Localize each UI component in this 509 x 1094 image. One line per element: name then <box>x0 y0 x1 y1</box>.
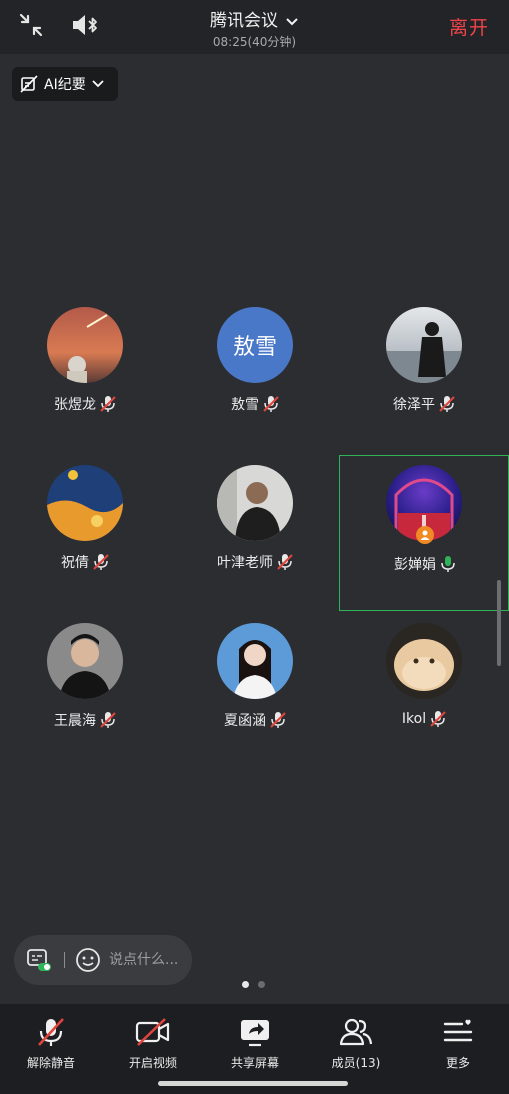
share-screen-label: 共享屏幕 <box>230 1056 279 1070</box>
start-video-label: 开启视频 <box>128 1056 177 1070</box>
avatar <box>386 623 462 699</box>
divider <box>64 952 65 968</box>
mic-muted-icon <box>270 712 286 728</box>
members-icon <box>339 1018 373 1046</box>
chat-input[interactable] <box>109 952 189 968</box>
participant-name-row: 张煜龙 <box>0 394 170 414</box>
participant-tile[interactable]: 张煜龙 <box>0 302 170 458</box>
ai-summary-button[interactable]: AI纪要 <box>12 67 118 101</box>
participant-tile[interactable]: 敖雪 敖雪 <box>170 302 340 458</box>
participant-tile[interactable]: 夏函涵 <box>170 618 340 774</box>
members-button[interactable]: 成员(13) <box>311 1016 401 1071</box>
participant-name: 彭婵娟 <box>394 557 436 573</box>
mic-muted-icon <box>100 396 116 412</box>
emoji-icon[interactable] <box>75 947 101 973</box>
avatar <box>217 623 293 699</box>
participant-tile[interactable]: 祝倩 <box>0 460 170 616</box>
unmute-button[interactable]: 解除静音 <box>6 1016 96 1071</box>
unmute-label: 解除静音 <box>26 1056 75 1070</box>
more-menu-icon <box>443 1019 473 1042</box>
meeting-duration: 08:25(40分钟) <box>212 35 297 49</box>
participant-name-row: 徐泽平 <box>339 394 509 414</box>
members-label: 成员(13) <box>331 1056 381 1070</box>
avatar: 敖雪 <box>217 307 293 383</box>
participant-tile[interactable]: 徐泽平 <box>339 302 509 458</box>
chevron-down-icon <box>92 80 104 88</box>
page-dot-active[interactable] <box>242 981 249 988</box>
mic-off-icon <box>38 1018 64 1046</box>
page-dot[interactable] <box>258 981 265 988</box>
page-indicator <box>242 981 265 988</box>
more-button[interactable]: 更多 <box>413 1016 503 1071</box>
participant-tile[interactable]: 叶津老师 <box>170 460 340 616</box>
ai-summary-off-icon <box>20 75 38 93</box>
chat-bar[interactable] <box>14 935 192 985</box>
participant-name-row: 祝倩 <box>0 552 170 572</box>
participant-tile-active-speaker[interactable]: 彭婵娟 <box>339 455 509 611</box>
avatar <box>47 623 123 699</box>
share-screen-button[interactable]: 共享屏幕 <box>210 1016 300 1071</box>
participant-name-row: 叶津老师 <box>170 552 340 572</box>
more-label: 更多 <box>445 1056 470 1070</box>
subtitle-toggle-icon[interactable] <box>26 947 52 973</box>
participant-name-row: 彭婵娟 <box>340 554 509 574</box>
participant-name: 敖雪 <box>231 397 259 413</box>
participant-name: 王晨海 <box>54 713 96 729</box>
avatar <box>217 465 293 541</box>
participant-name: 叶津老师 <box>217 555 273 571</box>
participant-name-row: 夏函涵 <box>170 710 340 730</box>
meeting-title[interactable]: 腾讯会议 <box>210 11 278 31</box>
avatar <box>47 307 123 383</box>
avatar <box>47 465 123 541</box>
participant-name: 张煜龙 <box>54 397 96 413</box>
mic-muted-icon <box>439 396 455 412</box>
participant-name: 夏函涵 <box>224 713 266 729</box>
mic-muted-icon <box>430 711 446 727</box>
chevron-down-icon[interactable] <box>285 12 299 31</box>
participant-name-row: 王晨海 <box>0 710 170 730</box>
leave-button[interactable]: 离开 <box>449 13 489 40</box>
top-bar: 腾讯会议 08:25(40分钟) 离开 <box>0 0 509 54</box>
avatar <box>386 307 462 383</box>
participant-name: 祝倩 <box>61 555 89 571</box>
ai-summary-label: AI纪要 <box>44 77 86 93</box>
participant-name-row: 敖雪 <box>170 394 340 414</box>
mic-muted-icon <box>100 712 116 728</box>
meeting-title-area[interactable]: 腾讯会议 08:25(40分钟) <box>0 6 509 50</box>
participant-name: Ikol <box>401 711 427 727</box>
mic-muted-icon <box>93 554 109 570</box>
participant-tile[interactable]: 王晨海 <box>0 618 170 774</box>
scrollbar[interactable] <box>497 580 501 666</box>
mic-on-icon <box>441 556 455 572</box>
home-indicator[interactable] <box>158 1081 348 1086</box>
participant-tile[interactable]: Ikol <box>339 618 509 774</box>
mic-muted-icon <box>263 396 279 412</box>
mic-muted-icon <box>277 554 293 570</box>
share-screen-icon <box>241 1020 269 1047</box>
host-badge-icon <box>416 526 434 544</box>
participant-name: 徐泽平 <box>393 397 435 413</box>
avatar-initials: 敖雪 <box>232 335 277 360</box>
participant-name-row: Ikol <box>339 710 509 728</box>
start-video-button[interactable]: 开启视频 <box>108 1016 198 1071</box>
camera-off-icon <box>135 1018 170 1046</box>
